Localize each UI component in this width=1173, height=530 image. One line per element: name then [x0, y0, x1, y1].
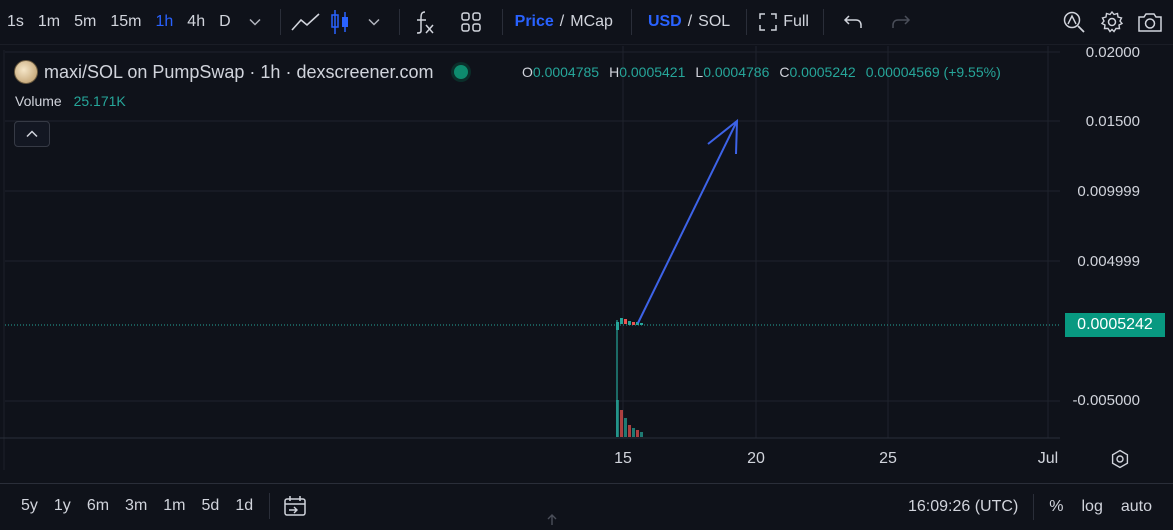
range-1m[interactable]: 1m	[155, 497, 193, 515]
range-5d[interactable]: 5d	[194, 497, 228, 515]
bottom-toolbar: 5y 1y 6m 3m 1m 5d 1d 16:09:26 (UTC) % lo…	[0, 483, 1173, 527]
price-axis-label: 0.02000	[1085, 44, 1140, 61]
low-value: 0.0004786	[703, 64, 770, 80]
range-3m[interactable]: 3m	[117, 497, 155, 515]
live-status-indicator	[453, 65, 468, 79]
go-to-date-calendar-icon[interactable]	[278, 489, 312, 523]
close-label: C	[779, 64, 790, 80]
low-label: L	[695, 64, 704, 80]
bottom-divider	[1033, 494, 1035, 520]
auto-scale-toggle[interactable]: auto	[1112, 498, 1161, 516]
chevron-up-icon	[26, 130, 38, 138]
current-price-tag: 0.0005242	[1065, 313, 1165, 337]
symbol-title[interactable]: maxi/SOL on PumpSwap · 1h · dexscreener.…	[44, 62, 434, 83]
collapse-legend-button[interactable]	[14, 121, 50, 147]
utc-clock[interactable]: 16:09:26 (UTC)	[899, 498, 1027, 516]
range-6m[interactable]: 6m	[79, 497, 117, 515]
volume-label: Volume	[15, 93, 62, 109]
high-value: 0.0005421	[619, 64, 686, 80]
time-axis-label: 15	[614, 450, 632, 467]
drawn-arrow[interactable]	[637, 118, 739, 324]
ohlc-values: O 0.0004785 H 0.0005421 L 0.0004786 C 0.…	[522, 64, 1011, 80]
price-axis-label: -0.005000	[1072, 392, 1140, 409]
volume-value: 25.171K	[73, 93, 126, 109]
horizontal-gridlines	[5, 51, 1060, 402]
symbol-legend: maxi/SOL on PumpSwap · 1h · dexscreener.…	[14, 60, 468, 84]
price-change: 0.00004569 (+9.55%)	[865, 64, 1001, 80]
time-axis-label: Jul	[1037, 450, 1059, 467]
range-1y[interactable]: 1y	[46, 497, 79, 515]
time-axis-label: 20	[747, 450, 765, 467]
range-5y[interactable]: 5y	[13, 497, 46, 515]
bottom-right-controls: 16:09:26 (UTC) % log auto	[899, 494, 1161, 520]
range-1d[interactable]: 1d	[227, 497, 261, 515]
volume-legend: Volume 25.171K	[15, 93, 126, 109]
open-label: O	[522, 64, 533, 80]
time-axis-label: 25	[879, 450, 897, 467]
price-axis-label: 0.01500	[1085, 113, 1140, 130]
log-scale-toggle[interactable]: log	[1073, 498, 1112, 516]
vertical-gridlines	[622, 46, 1049, 438]
percent-scale-toggle[interactable]: %	[1040, 498, 1072, 516]
scroll-up-handle-icon[interactable]	[546, 512, 558, 530]
token-avatar	[14, 60, 38, 84]
volume-bars	[616, 400, 643, 437]
price-axis-label: 0.004999	[1077, 253, 1140, 270]
bottom-divider	[269, 492, 271, 519]
high-label: H	[609, 64, 620, 80]
price-axis-label: 0.009999	[1077, 183, 1140, 200]
axis-settings-gear-icon[interactable]	[1110, 449, 1130, 474]
close-value: 0.0005242	[789, 64, 856, 80]
open-value: 0.0004785	[532, 64, 600, 80]
